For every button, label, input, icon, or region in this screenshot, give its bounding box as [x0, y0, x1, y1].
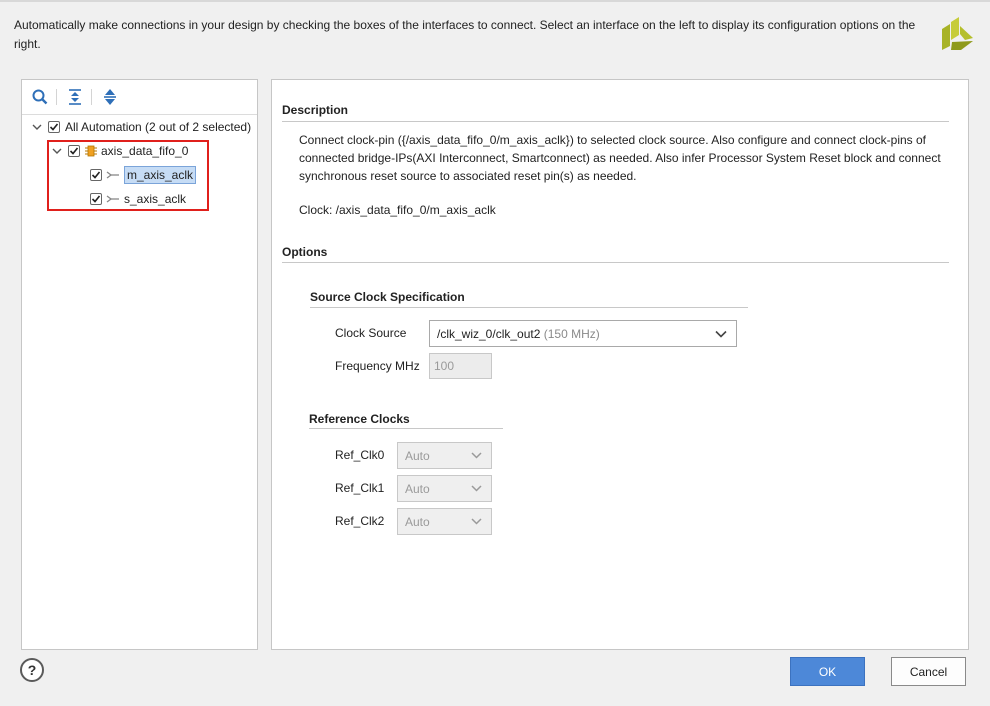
- intro-text: Automatically make connections in your d…: [14, 18, 916, 51]
- interface-tree-panel: All Automation (2 out of 2 selected) axi…: [21, 79, 258, 650]
- checkbox-axis-data-fifo[interactable]: [68, 145, 80, 157]
- description-title: Description: [282, 103, 349, 117]
- options-divider: [282, 262, 949, 263]
- checkbox-m-axis-aclk[interactable]: [90, 169, 102, 181]
- cancel-button[interactable]: Cancel: [891, 657, 966, 686]
- checkbox-s-axis-aclk[interactable]: [90, 193, 102, 205]
- toolbar-separator: [56, 89, 57, 105]
- ref-clk2-value: Auto: [405, 514, 430, 529]
- frequency-input[interactable]: 100: [429, 353, 492, 379]
- description-text: Connect clock-pin ({/axis_data_fifo_0/m_…: [299, 133, 941, 183]
- clock-source-value: /clk_wiz_0/clk_out2 (150 MHz): [430, 327, 706, 341]
- description-clock-line: Clock: /axis_data_fifo_0/m_axis_aclk: [299, 203, 496, 217]
- tree-row-s-axis-aclk[interactable]: s_axis_aclk: [90, 188, 186, 210]
- ref-clk1-value: Auto: [405, 481, 430, 496]
- reference-clocks-title: Reference Clocks: [309, 412, 410, 426]
- collapse-all-icon[interactable]: [66, 88, 84, 106]
- source-clock-title: Source Clock Specification: [310, 290, 465, 304]
- ref-clk0-value: Auto: [405, 448, 430, 463]
- ref-clk0-label: Ref_Clk0: [335, 448, 385, 462]
- top-divider: [0, 0, 990, 2]
- ref-clk2-select[interactable]: Auto: [397, 508, 492, 535]
- clock-pin-icon: [106, 171, 119, 179]
- help-button[interactable]: ?: [20, 658, 44, 682]
- tree-label-all-automation: All Automation (2 out of 2 selected): [65, 120, 252, 134]
- clock-pin-icon: [106, 195, 119, 203]
- check-icon: [91, 171, 101, 179]
- chevron-down-icon[interactable]: [31, 121, 43, 133]
- ip-block-icon: [85, 145, 97, 157]
- description-divider: [282, 121, 949, 122]
- check-icon: [69, 147, 79, 155]
- ok-button[interactable]: OK: [790, 657, 865, 686]
- toolbar-separator: [91, 89, 92, 105]
- reference-clocks-divider: [309, 428, 503, 429]
- chevron-down-icon: [461, 443, 491, 468]
- tree-row-m-axis-aclk[interactable]: m_axis_aclk: [90, 164, 197, 186]
- options-title: Options: [282, 245, 328, 259]
- tree-label-axis-data-fifo: axis_data_fifo_0: [101, 144, 189, 158]
- chevron-down-icon: [461, 476, 491, 501]
- ref-clk1-select[interactable]: Auto: [397, 475, 492, 502]
- ref-clk0-select[interactable]: Auto: [397, 442, 492, 469]
- tree-row-all-automation: All Automation (2 out of 2 selected): [31, 116, 251, 138]
- check-icon: [49, 123, 59, 131]
- vivado-logo-icon: [942, 17, 973, 50]
- source-clock-divider: [310, 307, 748, 308]
- clock-source-path: /clk_wiz_0/clk_out2: [437, 326, 541, 341]
- chevron-down-icon: [461, 509, 491, 534]
- clock-source-select[interactable]: /clk_wiz_0/clk_out2 (150 MHz): [429, 320, 737, 347]
- frequency-label: Frequency MHz: [335, 359, 420, 373]
- check-icon: [91, 195, 101, 203]
- tree-label-m-axis-aclk: m_axis_aclk: [124, 166, 197, 184]
- configuration-panel: Description Connect clock-pin ({/axis_da…: [271, 79, 969, 650]
- clock-source-label: Clock Source: [335, 326, 407, 340]
- chevron-down-icon[interactable]: [51, 145, 63, 157]
- clock-source-frequency: (150 MHz): [543, 326, 600, 341]
- ref-clk1-label: Ref_Clk1: [335, 481, 385, 495]
- tree-toolbar: [22, 80, 257, 115]
- search-icon[interactable]: [31, 88, 49, 106]
- ref-clk2-label: Ref_Clk2: [335, 514, 385, 528]
- chevron-down-icon: [706, 321, 736, 346]
- checkbox-all-automation[interactable]: [48, 121, 60, 133]
- tree-label-s-axis-aclk: s_axis_aclk: [124, 192, 187, 206]
- expand-all-icon[interactable]: [101, 88, 119, 106]
- tree-row-axis-data-fifo[interactable]: axis_data_fifo_0: [51, 140, 188, 162]
